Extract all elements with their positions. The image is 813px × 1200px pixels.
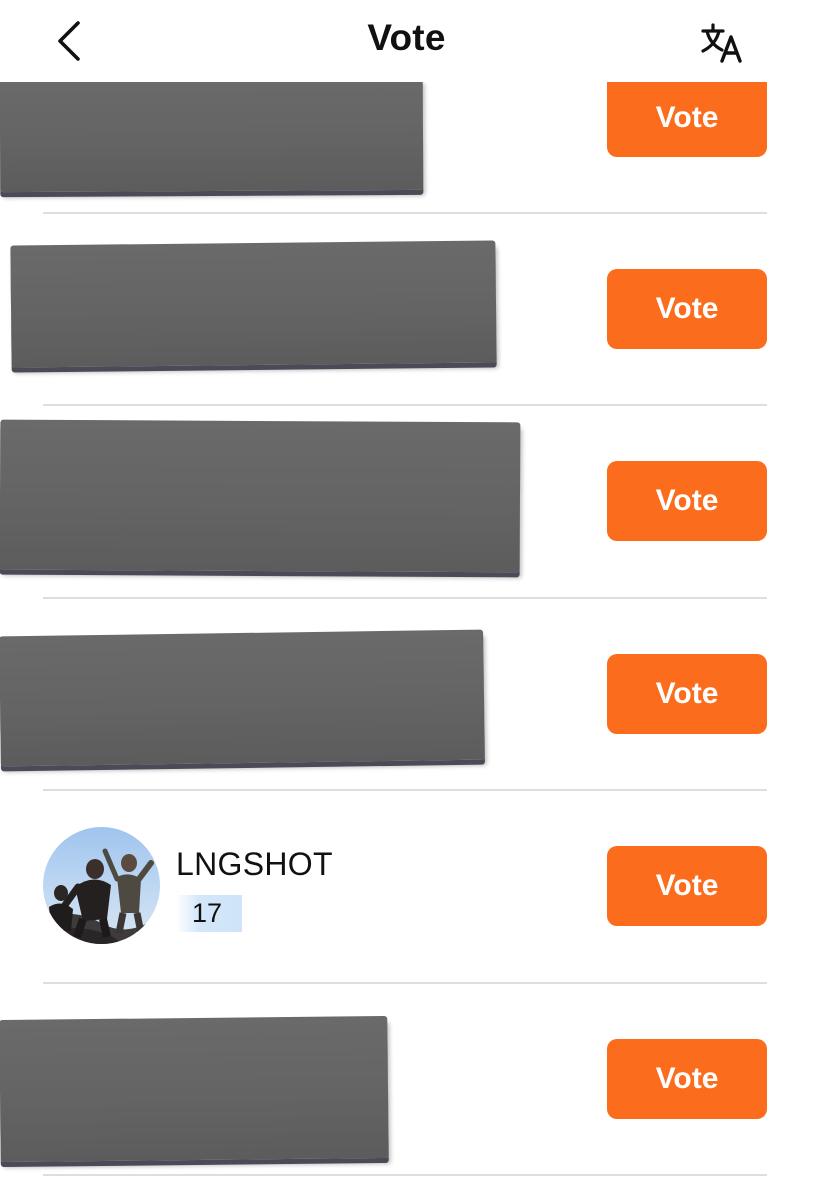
divider (43, 789, 767, 791)
header-bar: Vote (0, 0, 813, 82)
artist-avatar (43, 827, 160, 944)
redacted-entry (0, 419, 521, 573)
artist-name: LNGSHOT (176, 846, 333, 882)
avatar-photo (43, 827, 160, 944)
vote-button[interactable]: Vote (607, 846, 767, 926)
vote-button[interactable]: Vote (607, 654, 767, 734)
vote-button[interactable]: Vote (607, 461, 767, 541)
vote-button[interactable]: Vote (607, 78, 767, 157)
redacted-entry (0, 1015, 389, 1163)
vote-count-badge: 17 (176, 895, 242, 932)
redacted-entry (0, 76, 424, 193)
divider (43, 1174, 767, 1176)
vote-button[interactable]: Vote (607, 269, 767, 349)
vote-button[interactable]: Vote (607, 1039, 767, 1119)
redacted-entry (0, 629, 485, 767)
divider (43, 982, 767, 984)
translate-icon (701, 23, 742, 63)
divider (43, 404, 767, 406)
translate-button[interactable] (700, 22, 746, 64)
redacted-entry (10, 240, 497, 368)
divider (43, 597, 767, 599)
page-title: Vote (367, 17, 446, 58)
divider (43, 212, 767, 214)
